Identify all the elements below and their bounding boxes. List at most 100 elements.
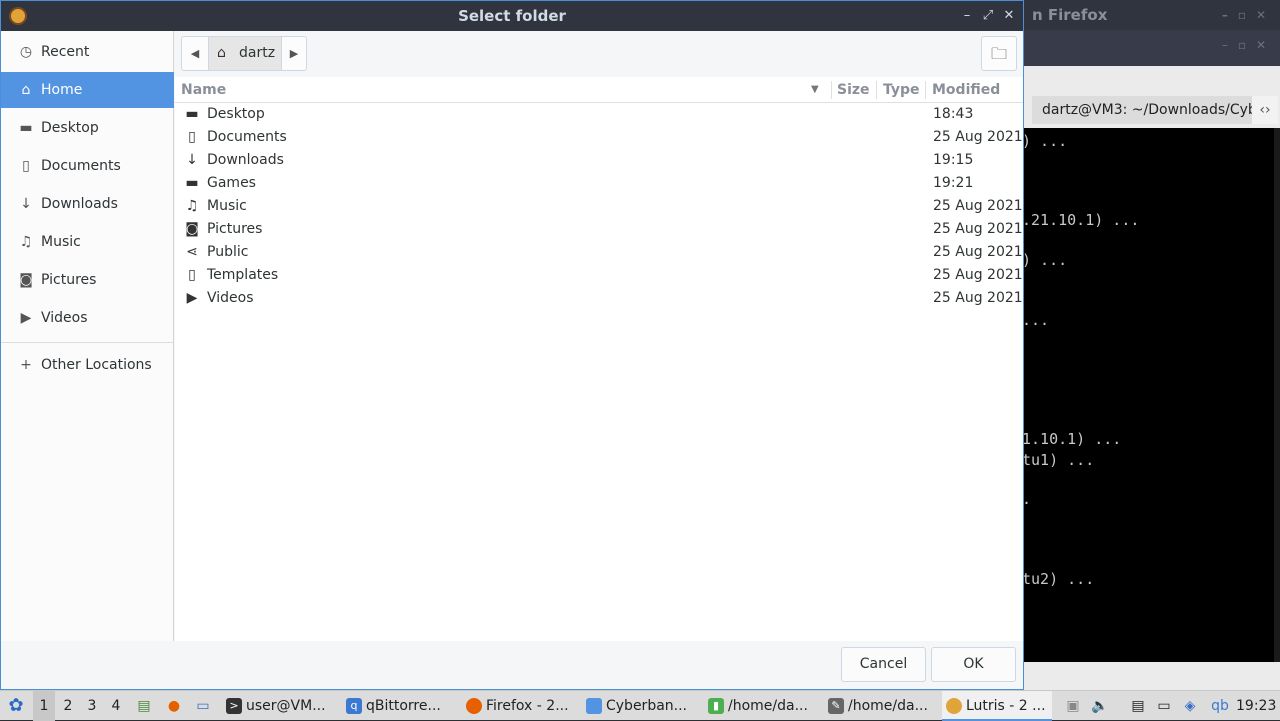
music-icon: ♫: [185, 198, 199, 214]
select-folder-dialog: Select folder – ⤢ ✕ ◷ Recent ⌂ Home ▬ De…: [0, 0, 1024, 690]
terminal-tab[interactable]: dartz@VM3: ~/Downloads/Cyb: [1032, 96, 1268, 124]
terminal-line: tu1) ...: [1022, 451, 1095, 469]
file-modified: 25 Aug 2021: [933, 267, 1023, 283]
sidebar-item-label: Other Locations: [41, 357, 152, 373]
volume-icon[interactable]: 🔈: [1090, 691, 1110, 721]
close-icon[interactable]: ✕: [999, 1, 1019, 31]
sidebar-item-videos[interactable]: ▶ Videos: [1, 300, 174, 336]
new-folder-icon: 🗀: [990, 44, 1007, 63]
camera-icon: ◙: [19, 272, 33, 288]
video-icon: ▶: [186, 290, 198, 306]
file-name: Pictures: [207, 221, 263, 237]
file-row[interactable]: ♫ Music 25 Aug 2021: [175, 195, 1023, 218]
terminal-line: ...: [1022, 311, 1050, 329]
start-menu-icon[interactable]: ✿: [4, 691, 28, 721]
cancel-button[interactable]: Cancel: [841, 647, 926, 682]
file-manager-launcher-icon[interactable]: ▤: [134, 691, 154, 721]
task-label: Cyberban...: [606, 698, 688, 714]
eject-icon[interactable]: ▣: [1064, 691, 1082, 721]
dialog-footer: Cancel OK: [175, 641, 1023, 689]
file-row[interactable]: ▬ Games 19:21: [175, 172, 1023, 195]
tab-scroll-arrows[interactable]: ‹›: [1252, 96, 1278, 124]
background-subbar: –▫✕: [1022, 30, 1280, 66]
task-label: user@VM...: [246, 698, 326, 714]
task-cyberbank[interactable]: Cyberban...: [582, 691, 698, 721]
maximize-icon[interactable]: ⤢: [978, 1, 998, 31]
path-crumb-home[interactable]: ⌂ dartz: [208, 37, 282, 70]
new-folder-button[interactable]: 🗀: [981, 36, 1017, 71]
file-row[interactable]: ▬ Desktop 18:43: [175, 103, 1023, 126]
terminal-line: .21.10.1) ...: [1022, 211, 1140, 229]
task-label: Lutris - 2 ...: [966, 698, 1046, 714]
places-sidebar: ◷ Recent ⌂ Home ▬ Desktop ▯ Documents ↓ …: [1, 31, 174, 641]
sidebar-item-pictures[interactable]: ◙ Pictures: [1, 262, 174, 298]
file-row[interactable]: ▶ Videos 25 Aug 2021: [175, 287, 1023, 310]
sidebar-item-desktop[interactable]: ▬ Desktop: [1, 110, 174, 146]
sidebar-item-recent[interactable]: ◷ Recent: [1, 34, 174, 70]
sort-descending-icon[interactable]: ▼: [811, 77, 819, 103]
column-modified[interactable]: Modified: [932, 77, 1000, 103]
clock[interactable]: 19:23: [1236, 691, 1276, 721]
background-window-controls: –▫✕: [1221, 8, 1276, 22]
dialog-title: Select folder: [458, 7, 566, 25]
desktop-launcher-icon[interactable]: ▭: [193, 691, 213, 721]
task-qbittorrent[interactable]: q qBittorre...: [342, 691, 454, 721]
sidebar-item-label: Home: [41, 82, 83, 98]
sidebar-item-other-locations[interactable]: + Other Locations: [1, 347, 174, 383]
sidebar-item-music[interactable]: ♫ Music: [1, 224, 174, 260]
file-row[interactable]: ▯ Templates 25 Aug 2021: [175, 264, 1023, 287]
firefox-launcher-icon[interactable]: ●: [164, 691, 184, 721]
workspace-1[interactable]: 1: [33, 691, 55, 721]
terminal-line: 1.10.1) ...: [1022, 430, 1122, 448]
task-firefox[interactable]: Firefox - 2...: [462, 691, 578, 721]
file-name: Desktop: [207, 106, 265, 122]
lutris-icon: [946, 698, 962, 714]
file-modified: 25 Aug 2021: [933, 129, 1023, 145]
sidebar-item-downloads[interactable]: ↓ Downloads: [1, 186, 174, 222]
file-row[interactable]: ↓ Downloads 19:15: [175, 149, 1023, 172]
sidebar-item-documents[interactable]: ▯ Documents: [1, 148, 174, 184]
sidebar-item-label: Videos: [41, 310, 88, 326]
file-row[interactable]: ⋖ Public 25 Aug 2021: [175, 241, 1023, 264]
column-type[interactable]: Type: [883, 77, 920, 103]
music-icon: ♫: [19, 234, 33, 250]
background-titlebar: n Firefox –▫✕: [1022, 0, 1280, 30]
tray-qbittorrent-icon[interactable]: qb: [1208, 691, 1232, 721]
sidebar-item-home[interactable]: ⌂ Home: [1, 72, 174, 108]
folder-icon: [586, 698, 602, 714]
file-row[interactable]: ◙ Pictures 25 Aug 2021: [175, 218, 1023, 241]
task-terminal[interactable]: > user@VM...: [222, 691, 340, 721]
sidebar-item-label: Pictures: [41, 272, 97, 288]
sidebar-item-label: Music: [41, 234, 81, 250]
workspace-3[interactable]: 3: [81, 691, 103, 721]
task-archive[interactable]: ▮ /home/da...: [704, 691, 820, 721]
clipboard-icon[interactable]: ▤: [1128, 691, 1148, 721]
task-text-editor[interactable]: ✎ /home/da...: [824, 691, 936, 721]
update-icon[interactable]: ◈: [1180, 691, 1200, 721]
file-row[interactable]: ▯ Documents 25 Aug 2021: [175, 126, 1023, 149]
file-name: Games: [207, 175, 256, 191]
terminal-output[interactable]: ) ... .21.10.1) ... ) ... ... 1.10.1) ..…: [1022, 128, 1274, 662]
background-sub-controls: –▫✕: [1221, 38, 1276, 52]
background-statusbar: [1022, 662, 1280, 690]
path-back-button[interactable]: ◀: [182, 37, 208, 70]
ok-button[interactable]: OK: [931, 647, 1016, 682]
file-list[interactable]: Name ▼ Size Type Modified ▬ Desktop 18:4…: [175, 77, 1023, 641]
terminal-line: ) ...: [1022, 251, 1068, 269]
terminal-scrollbar[interactable]: [1274, 128, 1280, 662]
network-icon[interactable]: ▭: [1154, 691, 1174, 721]
column-name[interactable]: Name: [181, 77, 226, 103]
template-icon: ▯: [188, 267, 196, 283]
file-modified: 25 Aug 2021: [933, 244, 1023, 260]
task-lutris[interactable]: Lutris - 2 ...: [942, 691, 1052, 721]
column-size[interactable]: Size: [837, 77, 870, 103]
minimize-icon[interactable]: –: [957, 1, 977, 31]
background-window: n Firefox –▫✕ –▫✕ dartz@VM3: ~/Downloads…: [1022, 0, 1280, 690]
task-label: qBittorre...: [366, 698, 441, 714]
terminal-line: tu2) ...: [1022, 570, 1095, 588]
workspace-2[interactable]: 2: [57, 691, 79, 721]
file-name: Templates: [207, 267, 279, 283]
taskbar: ✿ 1 2 3 4 ▤ ● ▭ > user@VM... q qBittorre…: [0, 690, 1280, 721]
path-forward-button[interactable]: ▶: [282, 37, 306, 70]
workspace-4[interactable]: 4: [105, 691, 127, 721]
